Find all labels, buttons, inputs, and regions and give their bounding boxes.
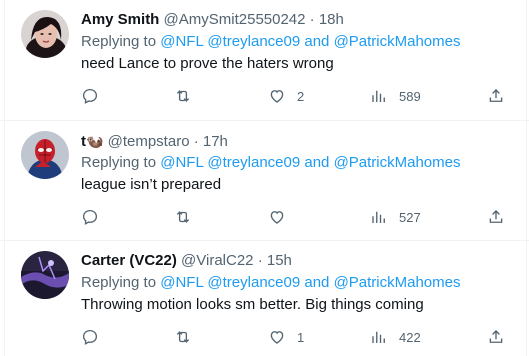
views-button[interactable]: 527 xyxy=(370,207,421,227)
tweet-text: need Lance to prove the haters wrong xyxy=(81,55,334,72)
mention-link[interactable]: @PatrickMahomes xyxy=(334,154,461,171)
replying-prefix: Replying to xyxy=(81,154,157,171)
retweet-icon xyxy=(176,331,190,343)
divider xyxy=(4,0,5,120)
tweet[interactable]: Carter (VC22) @ViralC22 · 15h Replying t… xyxy=(0,241,529,356)
reply-icon xyxy=(82,209,98,225)
reply-button[interactable] xyxy=(81,207,99,227)
mention-link[interactable]: @NFL xyxy=(160,33,203,50)
share-icon xyxy=(489,210,503,223)
user-handle[interactable]: @AmySmit25550242 xyxy=(164,11,306,28)
separator-dot: · xyxy=(193,133,199,150)
share-button[interactable] xyxy=(487,327,505,347)
tweet-header: Carter (VC22) @ViralC22 · 15h xyxy=(81,251,292,271)
views-icon xyxy=(372,331,385,343)
share-button[interactable] xyxy=(487,207,505,227)
retweet-icon xyxy=(176,211,190,223)
user-handle[interactable]: @tempstaro xyxy=(108,133,190,150)
like-icon xyxy=(270,211,284,224)
divider xyxy=(526,0,527,120)
replying-to: Replying to @NFL @treylance09 and @Patri… xyxy=(81,32,461,52)
reply-button[interactable] xyxy=(81,327,99,347)
mention-link[interactable]: @PatrickMahomes xyxy=(334,274,461,291)
user-handle[interactable]: @ViralC22 xyxy=(181,252,253,269)
share-icon xyxy=(489,330,503,343)
share-icon xyxy=(489,89,503,102)
separator-dot: · xyxy=(257,252,263,269)
mention-link[interactable]: @NFL xyxy=(160,274,203,291)
reply-icon xyxy=(82,329,98,345)
mention-link[interactable]: @NFL xyxy=(160,154,203,171)
replying-prefix: Replying to xyxy=(81,274,157,291)
mention-link[interactable]: @PatrickMahomes xyxy=(334,33,461,50)
avatar[interactable] xyxy=(21,10,69,58)
mention-conjunction: and xyxy=(304,274,330,291)
separator-dot: · xyxy=(309,11,315,28)
view-count: 422 xyxy=(399,329,421,345)
divider xyxy=(526,241,527,356)
avatar[interactable] xyxy=(21,251,69,299)
share-button[interactable] xyxy=(487,86,505,106)
otter-emoji: 🦦 xyxy=(86,133,104,149)
like-button[interactable]: 1 xyxy=(268,327,304,347)
tweet[interactable]: Amy Smith @AmySmit25550242 · 18h Replyin… xyxy=(0,0,529,121)
retweet-icon xyxy=(176,90,190,102)
reply-icon xyxy=(82,88,98,104)
like-count: 2 xyxy=(297,88,305,104)
tweet[interactable]: t🦦 @tempstaro · 17h Replying to @NFL @tr… xyxy=(0,121,529,241)
replying-to: Replying to @NFL @treylance09 and @Patri… xyxy=(81,273,461,293)
mention-conjunction: and xyxy=(304,33,330,50)
reply-feed: Amy Smith @AmySmit25550242 · 18h Replyin… xyxy=(0,0,529,356)
tweet-text: league isn’t prepared xyxy=(81,176,222,193)
retweet-button[interactable] xyxy=(174,207,192,227)
views-icon xyxy=(372,90,385,102)
view-count: 527 xyxy=(399,209,421,225)
tweet-text: Throwing motion looks sm better. Big thi… xyxy=(81,296,424,313)
tweet-header: Amy Smith @AmySmit25550242 · 18h xyxy=(81,10,344,30)
mention-link[interactable]: @treylance09 xyxy=(207,154,300,171)
tweet-header: t🦦 @tempstaro · 17h xyxy=(81,131,228,151)
display-name[interactable]: Amy Smith xyxy=(81,11,159,28)
divider xyxy=(4,121,5,240)
avatar[interactable] xyxy=(21,131,69,179)
views-icon xyxy=(372,211,385,223)
divider xyxy=(4,241,5,356)
timestamp[interactable]: 15h xyxy=(267,252,292,269)
display-name[interactable]: Carter (VC22) xyxy=(81,252,177,269)
retweet-button[interactable] xyxy=(174,327,192,347)
like-icon xyxy=(270,331,284,344)
replying-to: Replying to @NFL @treylance09 and @Patri… xyxy=(81,153,461,173)
timestamp[interactable]: 17h xyxy=(203,133,228,150)
views-button[interactable]: 422 xyxy=(370,327,421,347)
like-button[interactable] xyxy=(268,207,297,227)
timestamp[interactable]: 18h xyxy=(319,11,344,28)
like-button[interactable]: 2 xyxy=(268,86,304,106)
like-count: 1 xyxy=(297,329,305,345)
divider xyxy=(526,121,527,240)
like-icon xyxy=(270,90,284,103)
mention-link[interactable]: @treylance09 xyxy=(207,33,300,50)
view-count: 589 xyxy=(399,88,421,104)
mention-conjunction: and xyxy=(304,154,330,171)
views-button[interactable]: 589 xyxy=(370,86,421,106)
mention-link[interactable]: @treylance09 xyxy=(207,274,300,291)
reply-button[interactable] xyxy=(81,86,99,106)
replying-prefix: Replying to xyxy=(81,33,157,50)
retweet-button[interactable] xyxy=(174,86,192,106)
